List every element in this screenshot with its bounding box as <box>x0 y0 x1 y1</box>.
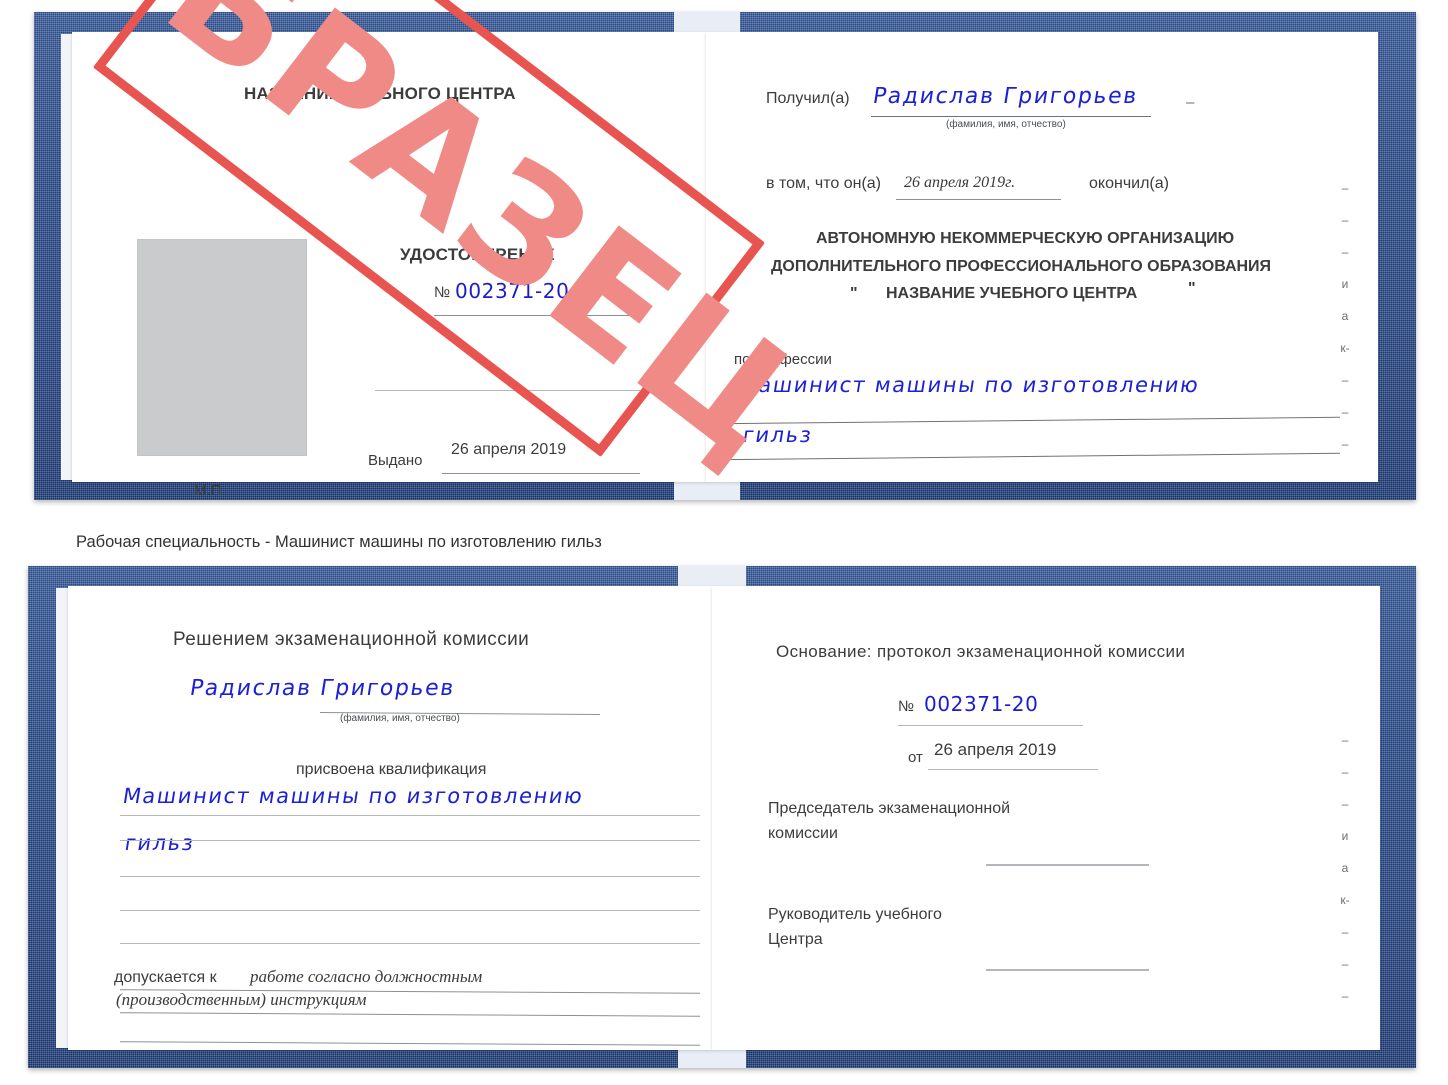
issued-underline <box>442 473 640 474</box>
org-title-left: НАЗВАНИЕ УЧЕБНОГО ЦЕНТРА <box>244 84 516 103</box>
issued-label: Выдано <box>368 452 423 469</box>
qualification-line-2: гильз <box>123 831 197 855</box>
qual-rule-3 <box>120 876 700 877</box>
edge-glyph: – <box>1341 213 1349 227</box>
number-label: № <box>434 284 451 301</box>
edge-glyph: к- <box>1340 341 1350 355</box>
photo-placeholder <box>137 239 307 456</box>
graduated-label: окончил(а) <box>1089 175 1169 192</box>
chairman-line-1: Председатель экзаменационной <box>768 800 1011 817</box>
qual-rule-5 <box>120 943 700 944</box>
edge-glyph: а <box>1341 861 1349 875</box>
org-quote-open: " <box>850 285 858 302</box>
edge-glyph-column-top: – – – и а к- – – – <box>1334 172 1356 460</box>
org-line-3: НАЗВАНИЕ УЧЕБНОГО ЦЕНТРА <box>886 285 1138 302</box>
qual-rule-4 <box>120 910 700 911</box>
edge-glyph: и <box>1341 829 1349 843</box>
doc-title: УДОСТОВЕРЕНИЕ <box>400 245 555 264</box>
page-top-left: НАЗВАНИЕ УЧЕБНОГО ЦЕНТРА УДОСТОВЕРЕНИЕ №… <box>72 32 706 499</box>
dash-marker-1: – <box>1186 94 1195 111</box>
admitted-label: допускается к <box>114 969 217 986</box>
head-signature-line <box>986 969 1149 971</box>
number-value: 002371-20 <box>455 279 570 303</box>
chairman-line-2: комиссии <box>768 825 838 842</box>
received-value: Радислав Григорьев <box>871 84 1140 109</box>
edge-glyph: – <box>1341 373 1349 387</box>
profession-value-line-2: гильз <box>741 423 815 447</box>
completion-date-underline <box>896 199 1061 200</box>
edge-glyph: – <box>1341 733 1349 747</box>
page-bottom-right: Основание: протокол экзаменационной коми… <box>712 586 1380 1050</box>
completion-date: 26 апреля 2019г. <box>904 174 1016 191</box>
page-bottom-left: Решением экзаменационной комиссии Радисл… <box>68 586 712 1050</box>
name-hint-top: (фамилия, имя, отчество) <box>946 119 1066 130</box>
protocol-number-value: 002371-20 <box>924 692 1039 716</box>
certificate-bottom: Решением экзаменационной комиссии Радисл… <box>28 566 1416 1068</box>
org-line-1: АВТОНОМНУЮ НЕКОММЕРЧЕСКУЮ ОРГАНИЗАЦИЮ <box>816 230 1235 247</box>
edge-glyph: – <box>1341 989 1349 1003</box>
that-he-label: в том, что он(а) <box>766 175 881 192</box>
edge-glyph-column-bottom: – – – и а к- – – – <box>1334 724 1356 1012</box>
chairman-signature-line <box>986 864 1149 866</box>
protocol-number-label: № <box>898 698 915 715</box>
admitted-value-line-1: работе согласно должностным <box>250 967 483 986</box>
protocol-date-underline <box>928 769 1098 770</box>
received-label: Получил(а) <box>766 90 850 107</box>
received-underline <box>871 116 1151 117</box>
qual-rule-2 <box>120 840 700 841</box>
caption-text: Рабочая специальность - Машинист машины … <box>76 533 602 551</box>
edge-glyph: – <box>1341 181 1349 195</box>
admitted-value-line-2: (производственным) инструкциям <box>116 990 367 1009</box>
protocol-date-label: от <box>908 749 923 766</box>
head-line-1: Руководитель учебного <box>768 906 942 923</box>
org-line-2: ДОПОЛНИТЕЛЬНОГО ПРОФЕССИОНАЛЬНОГО ОБРАЗО… <box>771 258 1272 275</box>
profession-value-line-1: Машинист машины по изготовлению <box>737 373 1202 397</box>
admitted-rule-2 <box>120 1012 700 1017</box>
edge-glyph: – <box>1341 437 1349 451</box>
seal-label: М.П. <box>194 482 226 499</box>
edge-glyph: а <box>1341 309 1349 323</box>
profession-rule-2 <box>720 452 1340 461</box>
edge-glyph: – <box>1341 245 1349 259</box>
profession-label: по профессии <box>734 351 832 368</box>
name-hint-bottom: (фамилия, имя, отчество) <box>340 713 460 724</box>
basis-label: Основание: протокол экзаменационной коми… <box>776 642 1186 661</box>
commission-title: Решением экзаменационной комиссии <box>173 629 530 650</box>
edge-glyph: – <box>1341 925 1349 939</box>
qualification-label: присвоена квалификация <box>296 761 487 778</box>
head-line-2: Центра <box>768 931 823 948</box>
page-top-right: Получил(а) Радислав Григорьев (фамилия, … <box>706 32 1378 482</box>
protocol-number-underline <box>898 725 1083 726</box>
org-quote-close: " <box>1188 280 1196 297</box>
edge-glyph: – <box>1341 405 1349 419</box>
edge-glyph: – <box>1341 765 1349 779</box>
issued-value: 26 апреля 2019 <box>451 441 567 458</box>
protocol-date-value: 26 апреля 2019 <box>934 740 1057 759</box>
edge-glyph: и <box>1341 277 1349 291</box>
edge-glyph: – <box>1341 957 1349 971</box>
blank-line-1 <box>375 390 640 391</box>
qual-rule-1 <box>120 815 700 816</box>
name-value-bottom: Радислав Григорьев <box>188 676 457 701</box>
edge-glyph: к- <box>1340 893 1350 907</box>
admitted-rule-3 <box>120 1041 700 1046</box>
certificate-top: НАЗВАНИЕ УЧЕБНОГО ЦЕНТРА УДОСТОВЕРЕНИЕ №… <box>26 0 1416 500</box>
edge-glyph: – <box>1341 797 1349 811</box>
number-underline <box>434 315 640 316</box>
qualification-line-1: Машинист машины по изготовлению <box>121 784 586 808</box>
